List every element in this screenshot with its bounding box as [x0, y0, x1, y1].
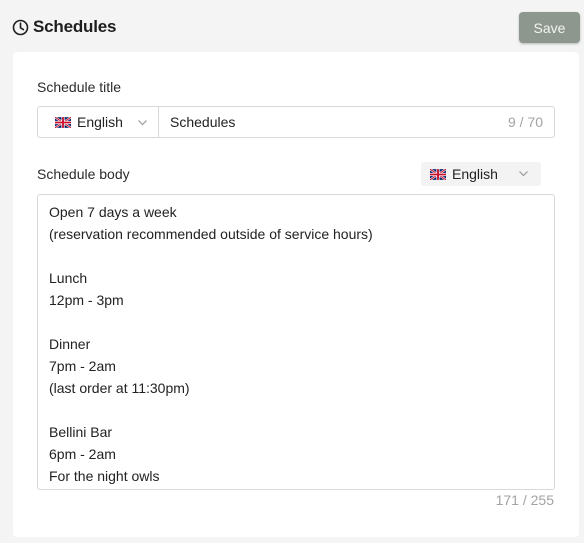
- body-line: Dinner: [49, 336, 91, 352]
- title-char-counter: 9 / 70: [507, 114, 543, 130]
- body-line: Bellini Bar: [49, 424, 113, 440]
- schedule-body-label: Schedule body: [37, 166, 130, 182]
- schedule-title-input[interactable]: [159, 107, 508, 137]
- body-line: 12pm - 3pm: [49, 292, 124, 308]
- body-char-counter: 171 / 255: [495, 492, 554, 508]
- save-button[interactable]: Save: [519, 12, 580, 43]
- body-line: Lunch: [49, 270, 88, 286]
- body-language-select[interactable]: English: [421, 162, 541, 186]
- schedule-title-label: Schedule title: [37, 79, 122, 95]
- chevron-down-icon: [519, 171, 528, 177]
- title-language-select[interactable]: English: [38, 107, 159, 137]
- body-line: (reservation recommended outside of serv…: [49, 226, 373, 242]
- header: Schedules Save: [0, 0, 584, 52]
- schedule-form-card: Schedule title English 9 / 70 Schedule b…: [13, 52, 579, 537]
- title-language-label: English: [77, 114, 123, 130]
- clock-icon: [12, 19, 29, 35]
- body-line: [49, 245, 543, 267]
- body-line: [49, 399, 543, 421]
- schedule-title-field: English 9 / 70: [37, 106, 555, 138]
- page-title: Schedules: [33, 17, 117, 36]
- body-line: (last order at 11:30pm): [49, 380, 190, 396]
- body-line: 7pm - 2am: [49, 358, 116, 374]
- body-line: Open 7 days a week: [49, 204, 177, 220]
- schedule-body-textarea[interactable]: Open 7 days a week (reservation recommen…: [37, 194, 555, 490]
- page-title-wrap: Schedules: [12, 16, 116, 38]
- body-language-label: English: [452, 166, 498, 182]
- body-line: [49, 311, 543, 333]
- uk-flag-icon: [430, 168, 446, 180]
- body-line: 6pm - 2am: [49, 446, 116, 462]
- chevron-down-icon: [138, 120, 147, 126]
- body-line: For the night owls: [49, 468, 160, 484]
- uk-flag-icon: [55, 116, 71, 128]
